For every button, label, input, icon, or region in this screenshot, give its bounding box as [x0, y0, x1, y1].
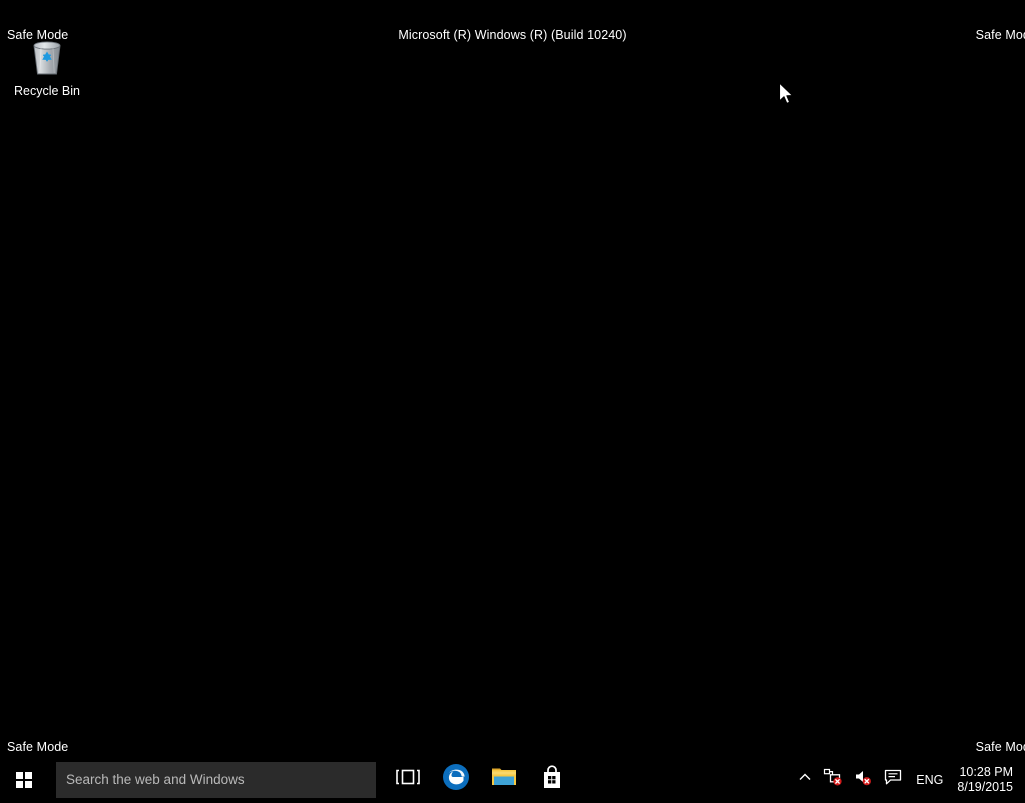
desktop-icon-label: Recycle Bin	[14, 84, 80, 98]
show-hidden-icons-button[interactable]	[792, 756, 818, 803]
windows-logo-icon	[16, 771, 32, 788]
folder-icon	[490, 765, 518, 794]
clock-time: 10:28 PM	[959, 764, 1013, 779]
network-status-button[interactable]	[818, 756, 848, 803]
chevron-up-icon	[797, 770, 813, 789]
edge-icon	[442, 763, 470, 796]
clock[interactable]: 10:28 PM 8/19/2015	[951, 756, 1023, 803]
safe-mode-watermark-bottom-left: Safe Mode	[7, 740, 69, 754]
store-bag-icon	[539, 764, 565, 796]
language-label: ENG	[916, 772, 944, 787]
action-center-button[interactable]	[878, 756, 908, 803]
recycle-bin-icon	[23, 32, 71, 80]
search-box[interactable]	[56, 761, 376, 798]
task-view-button[interactable]	[384, 756, 432, 803]
task-view-icon	[395, 767, 421, 792]
system-tray: ENG 10:28 PM 8/19/2015	[792, 756, 1025, 803]
action-center-icon	[883, 768, 903, 791]
network-icon	[823, 768, 843, 791]
store-button[interactable]	[528, 756, 576, 803]
desktop[interactable]: Safe Mode Microsoft (R) Windows (R) (Bui…	[0, 0, 1025, 803]
clock-date: 8/19/2015	[957, 779, 1013, 794]
search-input[interactable]	[66, 771, 366, 788]
taskbar-pinned-apps	[384, 756, 576, 803]
file-explorer-button[interactable]	[480, 756, 528, 803]
taskbar: ENG 10:28 PM 8/19/2015	[0, 756, 1025, 803]
edge-button[interactable]	[432, 756, 480, 803]
volume-icon	[853, 768, 873, 791]
volume-button[interactable]	[848, 756, 878, 803]
start-button[interactable]	[0, 756, 48, 803]
language-indicator[interactable]: ENG	[908, 756, 951, 803]
desktop-icon-layer: Recycle Bin	[0, 0, 1025, 735]
safe-mode-watermark-bottom-right: Safe Mode	[975, 740, 1025, 754]
taskbar-spacer	[576, 756, 792, 803]
desktop-icon-recycle-bin[interactable]: Recycle Bin	[4, 32, 90, 98]
